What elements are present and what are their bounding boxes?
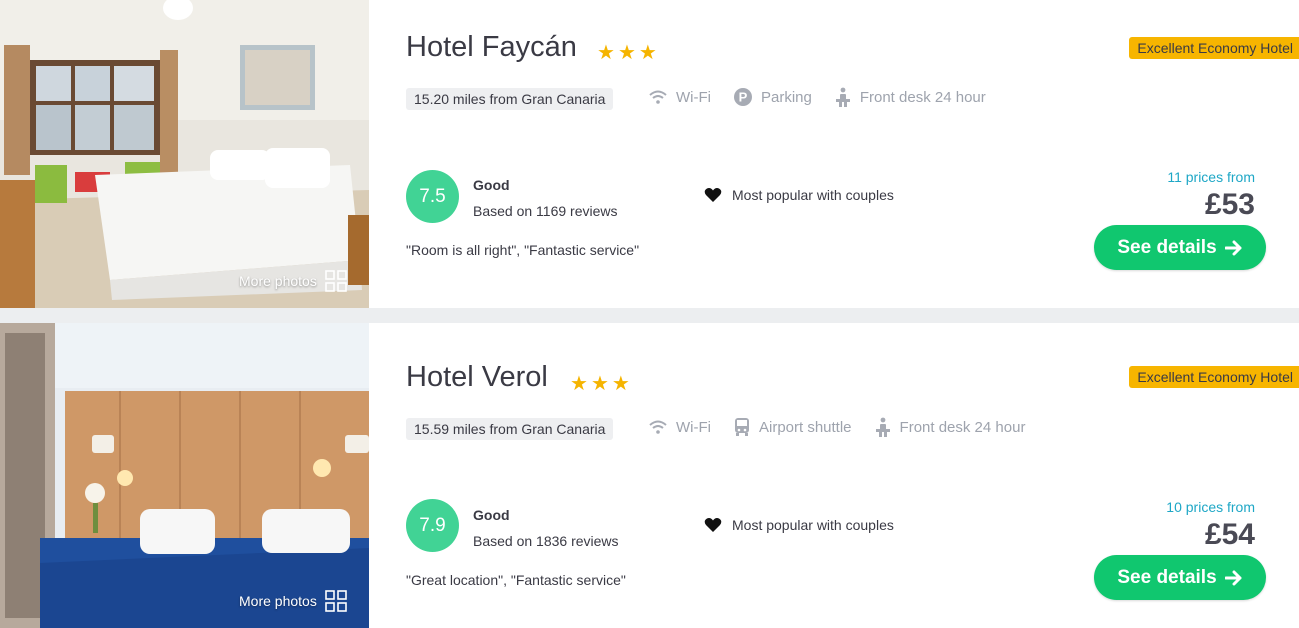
- bus-icon: [734, 418, 749, 436]
- prices-from-link[interactable]: 10 prices from: [1166, 499, 1255, 515]
- see-details-label: See details: [1117, 566, 1217, 588]
- amenity-label: Airport shuttle: [758, 418, 852, 436]
- popular-label: Most popular with couples: [732, 517, 894, 533]
- gallery-grid-icon: [325, 590, 347, 612]
- distance-label: 15.20 miles from Gran Canaria: [406, 88, 614, 110]
- amenity-item: Front desk 24 hour: [834, 87, 986, 107]
- more-photos-label: More photos: [239, 593, 317, 609]
- star-icon: ★: [611, 373, 630, 395]
- heart-icon: [704, 518, 722, 532]
- amenity-label: Wi-Fi: [676, 418, 711, 436]
- price-value: £54: [1204, 518, 1255, 551]
- more-photos-link[interactable]: More photos: [239, 270, 347, 292]
- price-value: £53: [1204, 188, 1255, 221]
- see-details-button[interactable]: See details: [1094, 555, 1266, 600]
- hotel-card: More photos Hotel Verol ★ ★ ★ Excellent …: [0, 323, 1299, 628]
- star-icon: ★: [597, 42, 615, 64]
- review-quote: "Great location", "Fantastic service": [406, 572, 626, 588]
- gallery-grid-icon: [325, 270, 347, 292]
- distance-label: 15.59 miles from Gran Canaria: [406, 418, 614, 440]
- amenity-item: Airport shuttle: [733, 417, 852, 437]
- arrow-right-icon: [1224, 570, 1242, 585]
- popular-label: Most popular with couples: [732, 187, 894, 203]
- hotel-room-image: [0, 323, 369, 628]
- hotel-photo[interactable]: More photos: [0, 323, 369, 628]
- rating-label: Good: [473, 507, 510, 523]
- review-count[interactable]: Based on 1169 reviews: [473, 203, 618, 219]
- star-icon: ★: [570, 373, 588, 395]
- star-rating: ★ ★ ★: [570, 371, 630, 396]
- hotel-name[interactable]: Hotel Faycán: [406, 31, 577, 64]
- popular-tag: Most popular with couples: [704, 517, 894, 533]
- amenities-list: Wi-Fi P Parking Front desk 24 hour: [648, 87, 986, 107]
- hotel-badge: Excellent Economy Hotel: [1129, 37, 1299, 59]
- popular-tag: Most popular with couples: [704, 187, 894, 203]
- amenities-list: Wi-Fi Airport shuttle Front desk 24 hour: [648, 417, 1025, 437]
- front-desk-icon: [835, 87, 850, 107]
- more-photos-link[interactable]: More photos: [239, 590, 347, 612]
- amenity-item: P Parking: [733, 87, 812, 107]
- wifi-icon: [649, 420, 667, 434]
- review-quote: "Room is all right", "Fantastic service": [406, 242, 640, 258]
- hotel-badge: Excellent Economy Hotel: [1129, 366, 1299, 388]
- amenity-item: Wi-Fi: [648, 87, 711, 107]
- hotel-name[interactable]: Hotel Verol: [406, 361, 548, 394]
- parking-icon: P: [733, 88, 752, 106]
- arrow-right-icon: [1224, 240, 1242, 255]
- rating-label: Good: [473, 177, 510, 193]
- amenity-label: Parking: [760, 88, 812, 106]
- review-score: 7.9: [406, 499, 459, 552]
- review-count[interactable]: Based on 1836 reviews: [473, 533, 619, 549]
- svg-text:P: P: [739, 90, 748, 105]
- amenity-item: Front desk 24 hour: [874, 417, 1026, 437]
- hotel-photo[interactable]: More photos: [0, 0, 369, 308]
- amenity-item: Wi-Fi: [648, 417, 711, 437]
- star-icon: ★: [590, 373, 609, 395]
- star-icon: ★: [617, 42, 636, 64]
- hotel-room-image: [0, 0, 369, 308]
- star-rating: ★ ★ ★: [597, 40, 657, 65]
- heart-icon: [704, 188, 722, 202]
- review-score: 7.5: [406, 170, 459, 223]
- amenity-label: Front desk 24 hour: [859, 88, 986, 106]
- wifi-icon: [649, 90, 667, 104]
- hotel-card: More photos Hotel Faycán ★ ★ ★ Excellent…: [0, 0, 1299, 308]
- prices-from-link[interactable]: 11 prices from: [1167, 169, 1255, 185]
- star-icon: ★: [638, 42, 657, 64]
- amenity-label: Wi-Fi: [676, 88, 711, 106]
- front-desk-icon: [875, 417, 890, 437]
- see-details-button[interactable]: See details: [1094, 225, 1266, 270]
- amenity-label: Front desk 24 hour: [899, 418, 1026, 436]
- see-details-label: See details: [1117, 236, 1217, 258]
- more-photos-label: More photos: [239, 273, 317, 289]
